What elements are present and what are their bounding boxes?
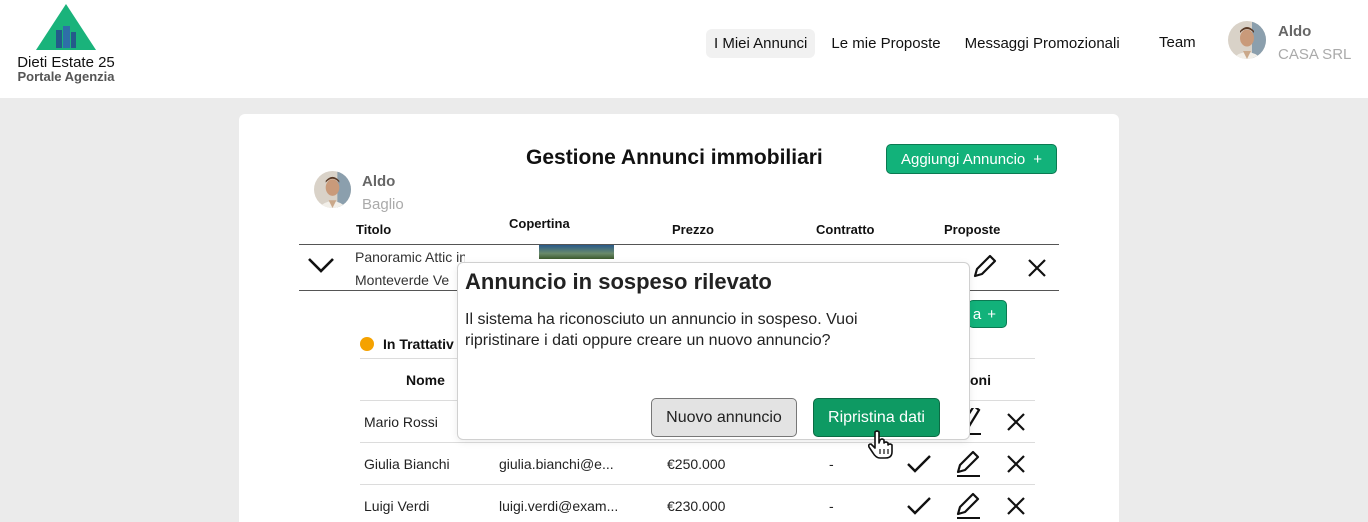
user-avatar <box>1228 21 1266 59</box>
nav-my-listings[interactable]: I Miei Annunci <box>706 28 816 58</box>
add-listing-label: Aggiungi Annuncio <box>900 150 1026 168</box>
user-name: Aldo <box>1278 23 1312 40</box>
reject-x-icon[interactable] <box>1006 454 1026 474</box>
reject-x-icon[interactable] <box>1006 496 1026 516</box>
proposal-email: luigi.verdi@exam... <box>499 498 619 514</box>
dialog-title: Annuncio in sospeso rilevato <box>465 269 772 294</box>
proposal-price: €230.000 <box>667 498 726 514</box>
accept-check-icon[interactable] <box>906 453 932 475</box>
listing-cover-image <box>539 245 614 259</box>
edit-pencil-icon[interactable] <box>953 448 983 478</box>
col-title: Titolo <box>356 222 392 237</box>
col-cover: Copertina <box>509 216 570 231</box>
reject-x-icon[interactable] <box>1006 412 1026 432</box>
proposal-name: Mario Rossi <box>364 414 438 430</box>
nav-team-clip: Team <box>1150 28 1198 58</box>
proposal-name: Luigi Verdi <box>364 498 430 514</box>
accept-check-icon[interactable] <box>906 495 932 517</box>
edit-pencil-icon[interactable] <box>969 252 999 282</box>
nav-team[interactable]: Team <box>1151 28 1198 57</box>
listing-title-line1: Panoramic Attic in <box>355 249 465 265</box>
listing-title[interactable]: Panoramic Attic in Monteverde Ve <box>355 246 465 292</box>
proposal-counter: - <box>829 456 834 472</box>
listing-title-line2: Monteverde Ve <box>355 272 450 288</box>
plus-icon: + <box>1033 150 1043 168</box>
owner-surname: Baglio <box>362 196 404 213</box>
subtable-divider <box>360 442 1035 443</box>
hand-pointer-cursor-icon <box>867 430 893 459</box>
add-proposal-button[interactable]: a + <box>968 300 1007 328</box>
col-proposals: Proposte <box>944 222 1001 237</box>
add-proposal-label: a <box>972 305 982 323</box>
status-label: In Trattativ <box>383 336 454 352</box>
nav-my-proposals[interactable]: Le mie Proposte <box>823 29 948 58</box>
brand-logo-icon <box>36 4 96 50</box>
owner-name: Aldo <box>362 173 396 190</box>
main-nav: I Miei Annunci Le mie Proposte Messaggi … <box>706 28 1136 58</box>
table-divider <box>299 244 1059 245</box>
proposal-name: Giulia Bianchi <box>364 456 450 472</box>
sub-col-actions: oni <box>970 372 991 388</box>
col-price: Prezzo <box>672 222 714 237</box>
dialog-message: Il sistema ha riconosciuto un annuncio i… <box>465 311 858 349</box>
brand-logo[interactable]: Dieti Estate 25 Portale Agenzia <box>10 4 122 92</box>
subtable-divider <box>360 484 1035 485</box>
user-company: CASA SRL <box>1278 46 1352 63</box>
col-contract: Contratto <box>816 222 875 237</box>
edit-pencil-icon[interactable] <box>953 490 983 520</box>
chevron-down-icon[interactable] <box>307 256 335 274</box>
delete-x-icon[interactable] <box>1027 258 1047 278</box>
page-title: Gestione Annunci immobiliari <box>526 146 823 169</box>
proposal-counter: - <box>829 498 834 514</box>
proposal-price: €250.000 <box>667 456 726 472</box>
pending-listing-dialog: Annuncio in sospeso rilevato Il sistema … <box>457 262 970 440</box>
proposal-email: giulia.bianchi@e... <box>499 456 614 472</box>
top-header: Dieti Estate 25 Portale Agenzia I Miei A… <box>0 0 1368 98</box>
status-dot <box>360 337 374 351</box>
new-listing-button[interactable]: Nuovo annuncio <box>651 398 797 437</box>
plus-icon: + <box>987 305 996 323</box>
nav-promo-messages[interactable]: Messaggi Promozionali <box>957 29 1128 58</box>
owner-avatar <box>314 171 351 208</box>
add-listing-button[interactable]: Aggiungi Annuncio + <box>886 144 1057 174</box>
sub-col-name: Nome <box>406 372 445 388</box>
brand-subtitle: Portale Agenzia <box>17 69 115 84</box>
